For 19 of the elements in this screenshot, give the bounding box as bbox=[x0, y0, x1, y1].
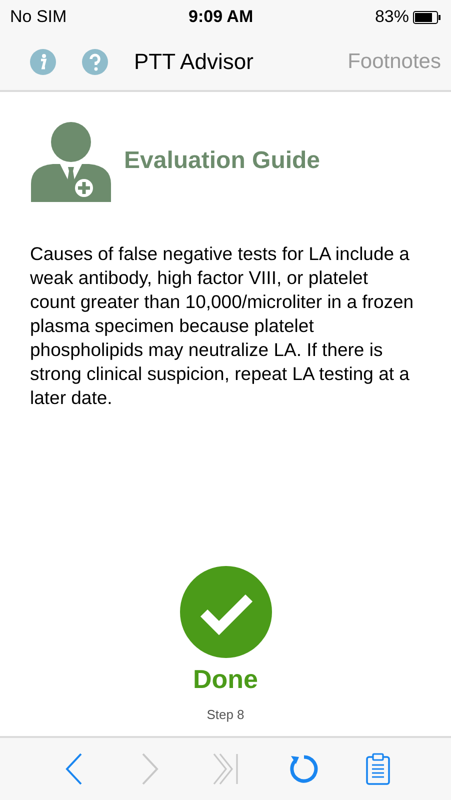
skip-to-end-icon bbox=[212, 753, 238, 785]
back-icon bbox=[64, 753, 82, 785]
screen-title: PTT Advisor bbox=[134, 49, 254, 75]
carrier-text: No SIM bbox=[10, 7, 67, 27]
forward-icon bbox=[140, 753, 158, 785]
checkmark-icon bbox=[180, 566, 272, 658]
guide-text: Causes of false negative tests for LA include a weak antibody, high factor VIII, or platelet count greater than 10,000/microliter in a frozen plasma specimen because platelet phospholipids may neutralize LA. If there is strong clinical suspicion, repeat LA testing at a later date. bbox=[30, 242, 415, 410]
battery-icon bbox=[413, 10, 441, 24]
clock-text: 9:09 AM bbox=[188, 7, 254, 27]
section-title: Evaluation Guide bbox=[124, 147, 320, 175]
info-icon bbox=[30, 49, 56, 75]
info-button[interactable] bbox=[30, 49, 56, 75]
help-button[interactable] bbox=[82, 49, 108, 75]
battery-percent: 83% bbox=[374, 7, 409, 27]
clipboard-icon bbox=[366, 753, 390, 785]
done-label: Done bbox=[193, 664, 258, 695]
help-icon bbox=[82, 49, 108, 75]
doctor-icon bbox=[30, 120, 112, 202]
step-label: Step 8 bbox=[206, 707, 244, 722]
